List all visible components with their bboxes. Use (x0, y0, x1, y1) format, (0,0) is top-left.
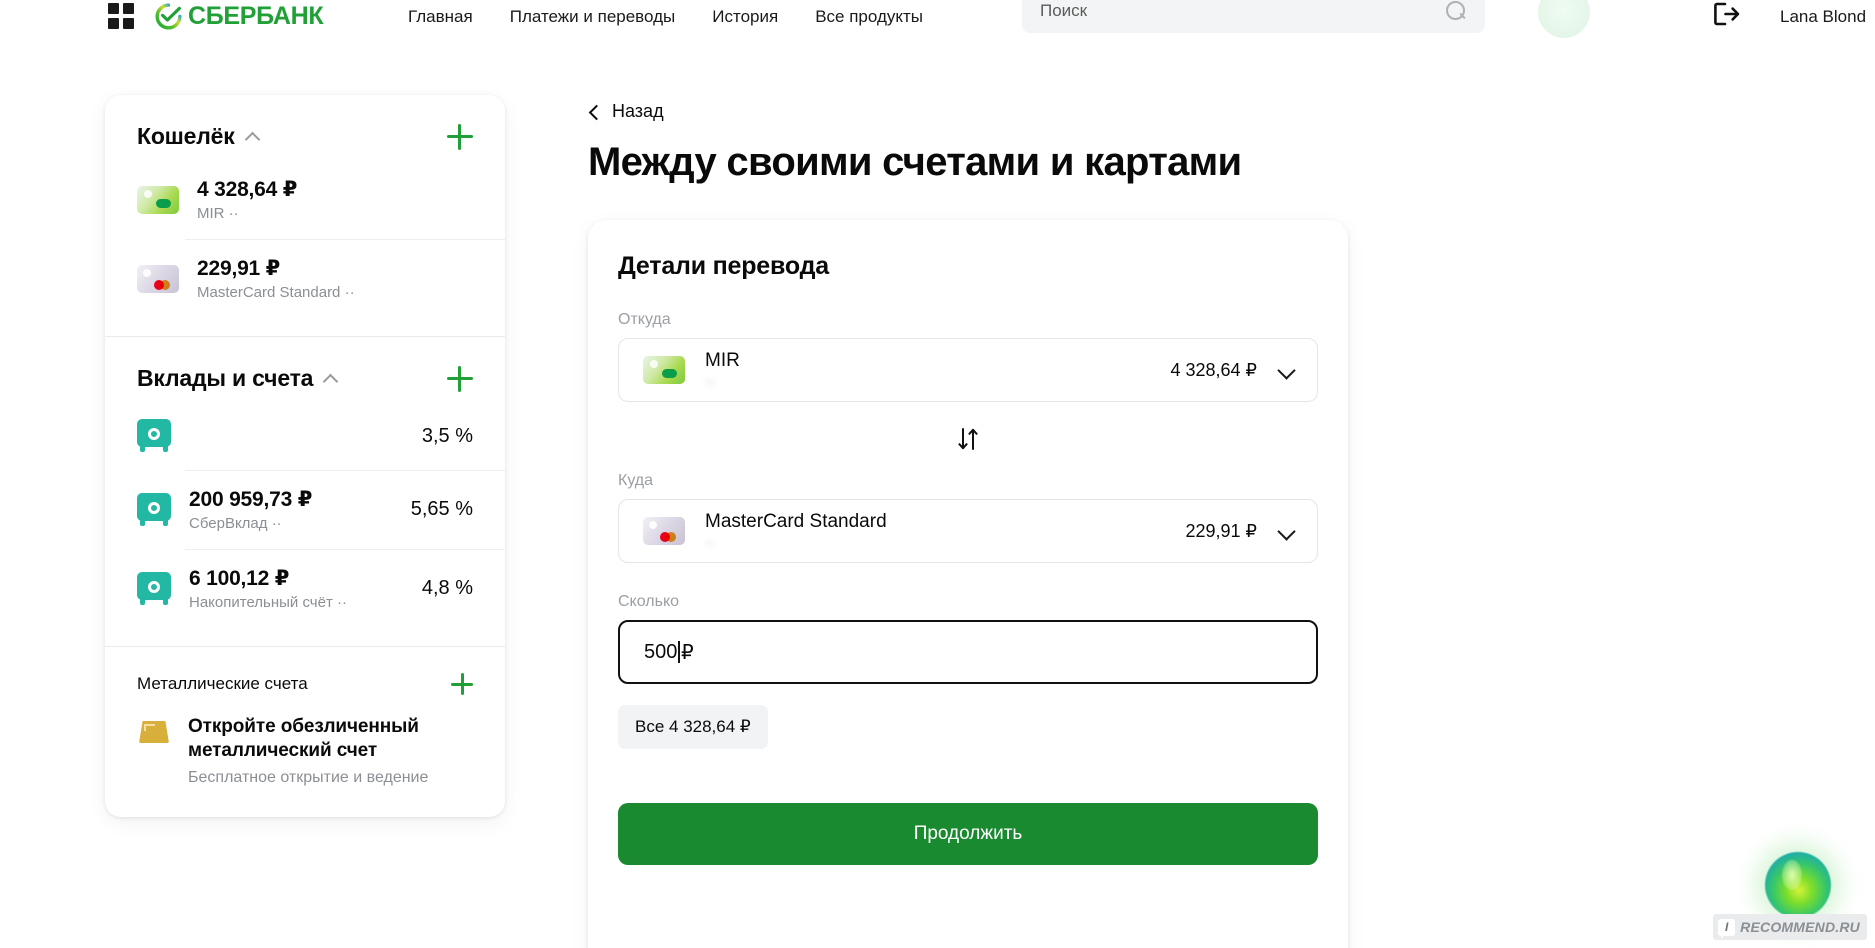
to-account-info: MasterCard Standard ·· (705, 511, 1165, 551)
list-item[interactable]: 200 959,73 ₽ СберВклад ·· 5,65 % (105, 470, 505, 549)
deposits-title-group[interactable]: Вклады и счета (137, 365, 338, 392)
from-label: Откуда (618, 311, 671, 328)
top-header: СБЕРБАНК Главная Платежи и переводы Исто… (0, 0, 1875, 38)
list-item[interactable]: 3,5 % (105, 402, 505, 470)
app-window: СБЕРБАНК Главная Платежи и переводы Исто… (0, 0, 1875, 948)
promo-subtitle: Бесплатное открытие и ведение (188, 768, 429, 786)
from-account-mask: ·· (705, 372, 715, 390)
account-amount: 200 959,73 ₽ (189, 488, 313, 511)
promo-text-group: Откройте обезличенный металлический счет… (188, 715, 438, 787)
from-account-select[interactable]: MIR ·· 4 328,64 ₽ (618, 338, 1318, 402)
chevron-down-icon[interactable] (1277, 525, 1295, 537)
account-amount: 229,91 ₽ (197, 257, 281, 280)
deposits-section-header: Вклады и счета (105, 337, 505, 402)
mir-card-icon (137, 185, 179, 214)
account-subtitle (189, 438, 404, 448)
account-subtitle: СберВклад ·· (189, 515, 282, 532)
safe-icon (137, 571, 171, 606)
to-label: Куда (618, 472, 654, 489)
back-button[interactable]: Назад (588, 95, 1348, 128)
list-item[interactable]: 4 328,64 ₽ MIR ·· (105, 160, 505, 239)
sberbank-logo[interactable]: СБЕРБАНК (155, 0, 324, 33)
list-item[interactable]: 229,91 ₽ MasterCard Standard ·· (105, 239, 505, 318)
gold-ingot-icon (137, 715, 171, 745)
account-amount (189, 425, 404, 435)
amount-value: 500 (644, 640, 678, 663)
nav-item-all-products[interactable]: Все продукты (815, 7, 923, 27)
list-item-meta: 200 959,73 ₽ СберВклад ·· (189, 487, 393, 532)
mir-card-icon (643, 356, 685, 384)
avatar[interactable] (1538, 0, 1590, 38)
logout-icon[interactable] (1713, 1, 1741, 27)
mastercard-icon (643, 517, 685, 545)
account-subtitle: MIR ·· (197, 205, 239, 222)
logo-text: СБЕРБАНК (188, 2, 324, 30)
nav-item-history[interactable]: История (712, 7, 778, 27)
account-rate: 3,5 % (421, 424, 473, 447)
from-account-balance: 4 328,64 ₽ (1170, 359, 1257, 380)
swap-vertical-icon[interactable] (953, 424, 983, 454)
search-box[interactable] (1022, 0, 1485, 33)
chevron-up-icon[interactable] (246, 132, 260, 141)
list-item[interactable]: 6 100,12 ₽ Накопительный счёт ·· 4,8 % (105, 549, 505, 628)
search-icon[interactable] (1445, 0, 1467, 22)
main-content: Назад Между своими счетами и картами Дет… (588, 95, 1348, 948)
metal-account-promo[interactable]: Откройте обезличенный металлический счет… (105, 701, 505, 817)
continue-button[interactable]: Продолжить (618, 803, 1318, 865)
wallet-section-header: Кошелёк (105, 95, 505, 160)
list-item-meta: 4 328,64 ₽ MIR ·· (197, 177, 473, 222)
user-name[interactable]: Lana Blond (1780, 0, 1866, 33)
amount-currency: ₽ (680, 641, 694, 664)
amount-input[interactable]: 500 ₽ (618, 620, 1318, 684)
back-label: Назад (612, 101, 664, 121)
to-account-mask: ·· (705, 533, 715, 551)
nav-item-home[interactable]: Главная (408, 7, 473, 27)
account-subtitle: MasterCard Standard ·· (197, 284, 355, 301)
metal-accounts-title: Металлические счета (137, 674, 308, 693)
text-caret (678, 641, 680, 663)
swap-row (618, 402, 1318, 460)
wallet-title: Кошелёк (137, 123, 235, 149)
wallet-title-group[interactable]: Кошелёк (137, 123, 260, 150)
card-title: Детали перевода (618, 252, 829, 280)
promo-title: Откройте обезличенный металлический счет (188, 716, 419, 762)
chevron-up-icon[interactable] (324, 374, 338, 383)
add-metal-account-button[interactable] (451, 673, 473, 695)
chevron-left-icon (588, 104, 600, 120)
to-account-name: MasterCard Standard (705, 511, 887, 533)
safe-icon (137, 492, 171, 527)
accounts-sidebar: Кошелёк 4 328,64 ₽ MIR ·· 229,91 ₽ Maste… (105, 95, 505, 817)
account-rate: 5,65 % (410, 498, 473, 520)
search-input[interactable] (1040, 0, 1445, 21)
metal-accounts-header: Металлические счета (105, 647, 505, 701)
account-rate: 4,8 % (421, 577, 473, 599)
list-item-meta (189, 425, 404, 448)
deposits-title: Вклады и счета (137, 365, 314, 391)
list-item-meta: 6 100,12 ₽ Накопительный счёт ·· (189, 566, 404, 611)
amount-label: Сколько (618, 593, 680, 610)
apps-grid-icon[interactable] (108, 3, 134, 29)
nav-item-payments[interactable]: Платежи и переводы (510, 7, 676, 27)
transfer-details-card: Детали перевода Откуда MIR ·· 4 328,64 ₽ (588, 220, 1348, 948)
add-deposit-button[interactable] (447, 365, 473, 392)
account-amount: 6 100,12 ₽ (189, 567, 290, 590)
add-wallet-button[interactable] (447, 123, 473, 150)
from-account-info: MIR ·· (705, 350, 1150, 390)
list-item-meta: 229,91 ₽ MasterCard Standard ·· (197, 256, 473, 301)
to-account-select[interactable]: MasterCard Standard ·· 229,91 ₽ (618, 499, 1318, 563)
mastercard-icon (137, 264, 179, 293)
account-subtitle: Накопительный счёт ·· (189, 594, 347, 611)
chevron-down-icon[interactable] (1277, 364, 1295, 376)
safe-icon (137, 419, 171, 453)
main-nav: Главная Платежи и переводы История Все п… (408, 0, 923, 33)
sber-logo-icon (155, 3, 182, 30)
from-account-name: MIR (705, 350, 740, 372)
use-full-balance-button[interactable]: Все 4 328,64 ₽ (618, 705, 768, 749)
account-amount: 4 328,64 ₽ (197, 178, 298, 201)
page-title: Между своими счетами и картами (588, 140, 1242, 184)
to-account-balance: 229,91 ₽ (1185, 520, 1257, 541)
